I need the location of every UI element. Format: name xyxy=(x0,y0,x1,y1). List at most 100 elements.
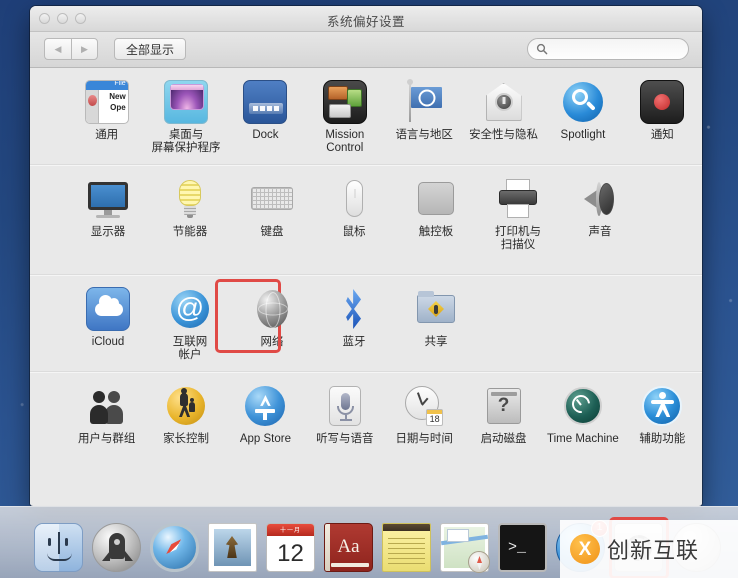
startup-disk-icon: ? xyxy=(482,384,526,428)
pref-item-label: 互联网 xyxy=(172,336,208,348)
pref-item-sound[interactable]: 声音 xyxy=(559,177,641,252)
dictation-speech-icon xyxy=(323,384,367,428)
safari-icon xyxy=(150,523,199,572)
navigation-buttons: ◀ ▶ xyxy=(44,38,98,60)
search-icon xyxy=(536,43,548,55)
pref-item-label: Mission xyxy=(325,129,365,141)
mouse-icon xyxy=(332,177,376,221)
watermark-logo-icon: X xyxy=(570,534,600,564)
pref-item-dock[interactable]: Dock xyxy=(226,80,305,155)
pref-item-label: 用户与群组 xyxy=(77,433,136,445)
dock-item-launchpad[interactable] xyxy=(92,523,141,572)
pref-item-trackpad[interactable]: 触控板 xyxy=(395,177,477,252)
calendar-day-label: 12 xyxy=(277,540,304,567)
security-privacy-icon xyxy=(482,80,526,124)
notifications-icon xyxy=(640,80,685,124)
back-button[interactable]: ◀ xyxy=(44,38,71,60)
pref-item-label: 显示器 xyxy=(90,226,126,238)
pref-item-label: 桌面与 xyxy=(168,129,204,141)
search-input[interactable] xyxy=(553,43,680,55)
watermark-text: 创新互联 xyxy=(607,538,700,563)
chevron-right-icon: ▶ xyxy=(81,43,88,54)
dock-item-dictionary[interactable]: Aa xyxy=(324,523,373,572)
launchpad-icon xyxy=(92,523,141,572)
pref-item-date-time[interactable]: 18 日期与时间 xyxy=(385,384,464,446)
pref-item-startup-disk[interactable]: ? 启动磁盘 xyxy=(464,384,543,446)
dock-item-safari[interactable] xyxy=(150,523,199,572)
pref-item-parental-controls[interactable]: 家长控制 xyxy=(146,384,225,446)
spotlight-icon xyxy=(561,80,605,124)
pref-item-spotlight[interactable]: Spotlight xyxy=(543,80,622,155)
pref-item-label: 蓝牙 xyxy=(342,336,366,348)
pref-item-internet-accounts[interactable]: @ 互联网 帐户 xyxy=(149,287,231,362)
pref-item-mission-control[interactable]: Mission Control xyxy=(305,80,384,155)
pref-item-label: Time Machine xyxy=(547,433,619,445)
pref-item-printers-scanners[interactable]: 打印机与 扫描仪 xyxy=(477,177,559,252)
dock-item-terminal[interactable]: >_ xyxy=(498,523,547,572)
desktop-screensaver-icon xyxy=(164,80,209,124)
general-icon: NewOpe xyxy=(84,80,129,124)
dock-item-maps[interactable] xyxy=(440,523,490,573)
pref-item-label: 家长控制 xyxy=(163,433,210,445)
pref-item-label-2: 屏幕保护程序 xyxy=(151,142,221,154)
pref-item-label: 声音 xyxy=(588,226,612,238)
dock-item-calendar[interactable]: 十一月 12 xyxy=(266,523,315,572)
pref-item-label: 打印机与 xyxy=(495,226,541,238)
pref-item-label: App Store xyxy=(239,433,292,445)
pref-item-label: Dock xyxy=(252,129,279,141)
parental-controls-icon xyxy=(164,384,208,428)
pref-item-label: 安全性与隐私 xyxy=(469,129,539,141)
pref-item-language-region[interactable]: 语言与地区 xyxy=(385,79,464,155)
users-groups-icon xyxy=(85,384,129,428)
network-icon xyxy=(250,287,294,331)
pref-item-label-2: Control xyxy=(326,142,364,154)
calendar-month-label: 十一月 xyxy=(279,528,301,534)
pref-row-personal: NewOpe 通用 桌面与 屏幕保护程序 xyxy=(30,68,702,165)
search-field[interactable] xyxy=(527,38,689,60)
forward-button[interactable]: ▶ xyxy=(71,38,98,60)
pref-item-label: 日期与时间 xyxy=(395,433,453,445)
chevron-left-icon: ◀ xyxy=(54,43,62,54)
pref-item-notifications[interactable]: 通知 xyxy=(623,80,702,155)
pref-item-accessibility[interactable]: 辅助功能 xyxy=(623,384,702,446)
printers-scanners-icon xyxy=(496,177,540,221)
pref-item-label-2: 扫描仪 xyxy=(500,239,536,251)
dictionary-glyph: Aa xyxy=(337,536,360,557)
show-all-button[interactable]: 全部显示 xyxy=(114,38,187,60)
pref-item-bluetooth[interactable]: 蓝牙 xyxy=(313,287,395,362)
sound-icon xyxy=(578,177,622,221)
dock-icon xyxy=(243,80,288,124)
pref-item-time-machine[interactable]: Time Machine xyxy=(543,384,622,446)
accessibility-icon xyxy=(640,384,684,428)
pref-item-mouse[interactable]: 鼠标 xyxy=(313,177,395,252)
pref-item-network[interactable]: 网络 xyxy=(215,279,313,362)
system-preferences-window: 系统偏好设置 ◀ ▶ 全部显示 File New Ope 通用 桌面与 屏幕保护… xyxy=(30,6,702,506)
energy-saver-icon xyxy=(168,177,212,221)
dock-item-mail[interactable] xyxy=(208,523,257,572)
pref-item-desktop-screensaver[interactable]: 桌面与 屏幕保护程序 xyxy=(146,80,225,155)
dock-item-finder[interactable] xyxy=(34,523,83,572)
pref-item-general[interactable]: NewOpe 通用 xyxy=(67,80,146,155)
pref-item-dictation-speech[interactable]: 听写与语音 xyxy=(305,384,384,446)
pref-item-label: 鼠标 xyxy=(342,226,366,238)
pref-item-energy-saver[interactable]: 节能器 xyxy=(149,177,231,252)
pref-item-displays[interactable]: 显示器 xyxy=(67,177,149,252)
pref-item-security-privacy[interactable]: 安全性与隐私 xyxy=(464,80,543,155)
pref-item-label: Spotlight xyxy=(560,129,606,141)
dock-item-notes[interactable] xyxy=(382,523,431,572)
language-region-icon xyxy=(402,79,446,124)
pref-item-app-store[interactable]: App Store xyxy=(226,384,305,446)
pref-item-keyboard[interactable]: 键盘 xyxy=(231,177,313,252)
pref-item-label: 键盘 xyxy=(260,226,284,238)
window-titlebar[interactable]: 系统偏好设置 xyxy=(30,6,702,32)
pref-item-label: 网络 xyxy=(260,336,284,348)
window-toolbar: ◀ ▶ 全部显示 xyxy=(30,32,702,68)
terminal-prompt-glyph: >_ xyxy=(508,539,527,556)
pref-item-sharing[interactable]: 共享 xyxy=(395,287,477,362)
finder-icon xyxy=(34,523,83,572)
pref-item-label: 语言与地区 xyxy=(395,129,453,141)
pref-item-users-groups[interactable]: 用户与群组 xyxy=(67,384,146,446)
pref-item-label: iCloud xyxy=(91,336,125,348)
pref-item-icloud[interactable]: iCloud xyxy=(67,287,149,362)
pref-row-system: 用户与群组 家长控制 App Store 听写与语音 18 日期与时间 ? 启动… xyxy=(30,372,702,482)
